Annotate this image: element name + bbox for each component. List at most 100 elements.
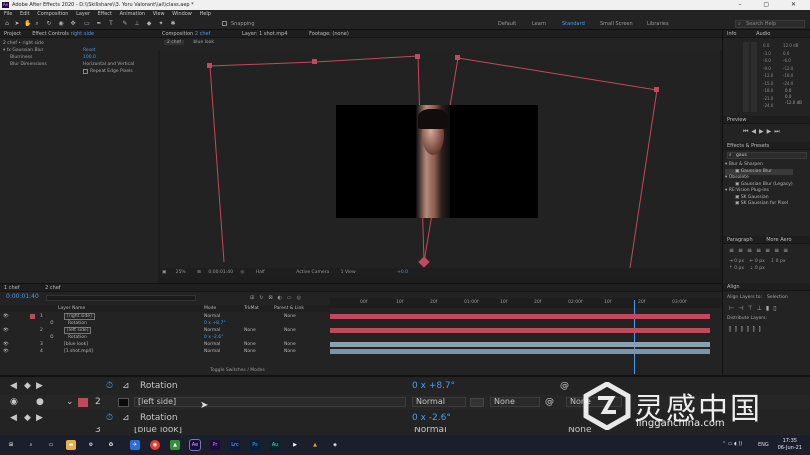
pen-tool-icon[interactable]: ✒	[96, 21, 102, 27]
snapping-checkbox[interactable]	[222, 21, 227, 26]
stopwatch-icon[interactable]: ⏱	[50, 320, 54, 327]
visibility-eye-icon[interactable]: 👁	[3, 348, 9, 355]
timeline-layer-row[interactable]: 👁 4 [1 shot.mp4] Normal None None	[0, 348, 330, 355]
next-keyframe-icon[interactable]: ▶	[36, 411, 43, 426]
trkmat-select[interactable]: None	[490, 397, 540, 407]
paragraph-indents[interactable]: ⇥ 0 px ⇤ 0 px ↧ 0 px ⇡ 0 px ⇣ 0 px	[729, 258, 786, 272]
mask-vertex[interactable]	[207, 63, 212, 68]
puppet-tool-icon[interactable]: ✱	[170, 21, 176, 27]
zoom-tool-icon[interactable]: ⌕	[34, 21, 40, 27]
timeline-property-row[interactable]: ⏱ Rotation 0 x -2.6°	[0, 334, 330, 341]
layer-bar[interactable]	[330, 314, 710, 319]
layer-mode[interactable]: Normal	[204, 348, 220, 355]
layer-parent[interactable]: None	[284, 313, 296, 320]
workspace-libraries[interactable]: Libraries	[647, 18, 669, 30]
stopwatch-icon[interactable]: ⏱	[50, 334, 54, 341]
camera-select[interactable]: Active Camera	[296, 270, 329, 275]
menu-composition[interactable]: Composition	[37, 11, 68, 17]
tab-layer[interactable]: Layer: 1 shot.mp4	[242, 31, 288, 37]
layer-bar[interactable]	[330, 328, 710, 333]
menu-file[interactable]: File	[4, 11, 12, 17]
preview-controls[interactable]: ⏮◀▶▶⏭	[743, 128, 783, 136]
breadcrumb-blue-look[interactable]: blue look	[193, 40, 214, 45]
next-keyframe-icon[interactable]: ▶	[36, 379, 43, 394]
hand-tool-icon[interactable]: ✋	[24, 21, 31, 27]
layer-parent[interactable]: None	[284, 348, 296, 355]
mask-vertex[interactable]	[312, 59, 317, 64]
layer-mode[interactable]: Normal	[204, 313, 220, 320]
reset-link[interactable]: Reset	[83, 48, 96, 54]
layer-name[interactable]: [left side]	[64, 327, 92, 334]
home-icon[interactable]: ⌂	[4, 21, 10, 27]
pan-behind-tool-icon[interactable]: ✥	[70, 21, 76, 27]
layer-mode[interactable]: Normal	[204, 327, 220, 334]
visibility-eye-icon[interactable]: 👁	[3, 341, 9, 348]
effects-search-input[interactable]: ⌕ gaus	[727, 152, 807, 159]
composition-viewer[interactable]	[160, 50, 720, 268]
timeline-timecode[interactable]: 0:00:01:40	[6, 294, 39, 300]
visibility-eye-icon[interactable]: 👁	[3, 327, 9, 334]
col-mode[interactable]: Mode	[204, 305, 216, 312]
tray-icons[interactable]: ⌃ ▭ ◖ ))	[722, 441, 742, 447]
tab-effect-controls[interactable]: Effect Controls	[32, 31, 69, 37]
menu-window[interactable]: Window	[172, 11, 192, 17]
col-layer-name[interactable]: Layer Name	[58, 305, 85, 312]
visibility-eye-icon[interactable]: 👁	[3, 313, 9, 320]
align-buttons[interactable]: ⊢⊣⊤⊥▮▯	[729, 305, 781, 312]
tab-paragraph[interactable]: Paragraph	[727, 237, 753, 243]
tab-composition[interactable]: Composition	[162, 31, 193, 37]
clock[interactable]: 17:35 06-Jun-21	[778, 438, 802, 452]
parent-pickwhip-icon[interactable]: @	[560, 379, 569, 394]
mask-tool-icon[interactable]: ▭	[84, 21, 90, 27]
app-icon[interactable]: ▶	[290, 440, 300, 450]
prev-frame-icon[interactable]: ◀	[751, 128, 759, 135]
align-layers-to-select[interactable]: Selection	[767, 295, 788, 301]
zoom-select[interactable]: 25%	[176, 270, 186, 275]
layer-mode[interactable]: Normal	[204, 341, 220, 348]
solo-dot[interactable]: ●	[36, 395, 44, 410]
property-value[interactable]: 0 x -2.6°	[412, 411, 451, 426]
windows-start-icon[interactable]: ⊞	[6, 440, 16, 450]
tab-audio[interactable]: Audio	[756, 31, 770, 37]
type-tool-icon[interactable]: T	[108, 21, 114, 27]
search-icon[interactable]: ⌕	[26, 440, 36, 450]
layer-name[interactable]: [1 shot.mp4]	[64, 348, 93, 355]
timeline-layer-row[interactable]: 👁 3 [blue look] Normal None None	[0, 341, 330, 348]
property-value[interactable]: 0 x -2.6°	[204, 334, 223, 341]
menu-help[interactable]: Help	[199, 11, 210, 17]
property-value[interactable]: 0 x +8.7°	[204, 320, 226, 327]
workspace-small-screen[interactable]: Small Screen	[600, 18, 633, 30]
label-color-swatch[interactable]	[78, 398, 88, 407]
preview-header[interactable]: Preview	[723, 116, 810, 124]
play-icon[interactable]: ▶	[759, 128, 767, 135]
mask-vertex[interactable]	[654, 87, 659, 92]
window-controls[interactable]: – ▢ ✕	[738, 0, 806, 10]
tab-footage[interactable]: Footage: (none)	[309, 31, 349, 37]
camera-icon[interactable]: ◎	[240, 270, 244, 275]
lightroom-taskbar-icon[interactable]: Lrc	[230, 440, 240, 450]
graph-icon[interactable]: ⊿	[122, 379, 130, 394]
breadcrumb-2-chef[interactable]: 2 chef	[164, 40, 184, 45]
repeat-edge-checkbox[interactable]	[83, 69, 88, 74]
comp-timecode[interactable]: 0:00:01:40	[208, 270, 233, 275]
tab-more[interactable]: More Aero	[766, 237, 791, 243]
layer-name-field[interactable]: [left side]	[134, 397, 406, 407]
timeline-tab-2[interactable]: 2 chef	[45, 285, 61, 291]
property-value[interactable]: 0 x +8.7°	[412, 379, 455, 394]
layer-name[interactable]: [right side]	[64, 313, 95, 320]
effects-presets-header[interactable]: Effects & Presets	[723, 142, 810, 150]
views-select[interactable]: 1 View	[341, 270, 356, 275]
stopwatch-icon[interactable]: ⏱	[106, 411, 113, 426]
align-header[interactable]: Align	[723, 283, 810, 291]
search-help-field[interactable]: ⌕ Search Help	[735, 20, 805, 28]
menu-edit[interactable]: Edit	[20, 11, 30, 17]
last-frame-icon[interactable]: ⏭	[774, 128, 782, 135]
after-effects-taskbar-icon[interactable]: Ae	[189, 439, 201, 451]
prev-keyframe-icon[interactable]: ◀	[10, 379, 17, 394]
visibility-eye-icon[interactable]: ◉	[10, 395, 18, 410]
file-explorer-icon[interactable]: ▬	[66, 440, 76, 450]
graph-icon[interactable]: ⊿	[122, 411, 130, 426]
workspace-default[interactable]: Default	[498, 18, 516, 30]
mode-select[interactable]: Normal	[412, 397, 466, 407]
blurriness-value[interactable]: 100.0	[83, 55, 96, 61]
